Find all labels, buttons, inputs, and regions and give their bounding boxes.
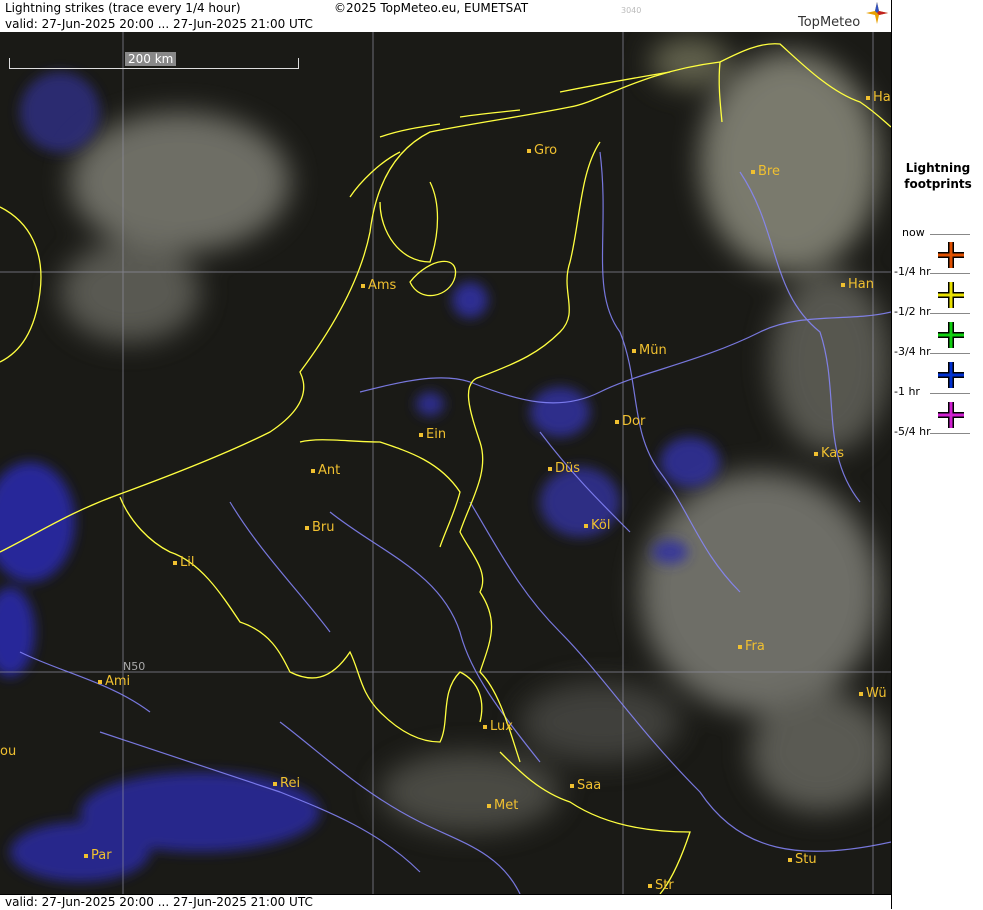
legend-label-q3: -3/4 hr bbox=[894, 345, 931, 358]
cloud-layer bbox=[60, 37, 890, 832]
city-marker[interactable]: Mün bbox=[632, 344, 667, 358]
city-marker[interactable]: Bru bbox=[305, 521, 335, 535]
cross-icon-q4 bbox=[938, 402, 964, 428]
city-marker[interactable]: Lil bbox=[173, 556, 194, 570]
brand-name: TopMeteo bbox=[798, 15, 861, 30]
city-marker[interactable]: Kas bbox=[814, 447, 844, 461]
satellite-map[interactable]: 200 km N50 Gro Bre Ha Ams Han Mün Dor Ei… bbox=[0, 32, 891, 894]
cross-icon-now bbox=[938, 242, 964, 268]
legend-label-q5: -5/4 hr bbox=[894, 425, 931, 438]
scale-label: 200 km bbox=[125, 52, 177, 66]
legend-divider bbox=[930, 353, 970, 354]
legend-label-q2: -1/2 hr bbox=[894, 305, 931, 318]
legend-label-q1: -1/4 hr bbox=[894, 265, 931, 278]
legend-divider bbox=[930, 234, 970, 235]
legend-divider bbox=[930, 393, 970, 394]
latitude-label: N50 bbox=[123, 660, 146, 673]
city-marker[interactable]: Ant bbox=[311, 464, 340, 478]
city-marker[interactable]: Saa bbox=[570, 779, 601, 793]
map-title: Lightning strikes (trace every 1/4 hour) bbox=[5, 1, 241, 15]
footer-valid-time: valid: 27-Jun-2025 20:00 ... 27-Jun-2025… bbox=[5, 895, 313, 909]
city-marker[interactable]: Gro bbox=[527, 144, 557, 158]
legend-panel: Lightning footprints now -1/4 hr -1/2 hr… bbox=[891, 0, 983, 909]
footer-bar: valid: 27-Jun-2025 20:00 ... 27-Jun-2025… bbox=[0, 894, 891, 910]
city-marker[interactable]: Ein bbox=[419, 428, 446, 442]
map-canvas bbox=[0, 32, 891, 894]
city-marker[interactable]: Ami bbox=[98, 675, 130, 689]
cross-icon-q2 bbox=[938, 322, 964, 348]
city-marker[interactable]: Lux bbox=[483, 720, 513, 734]
city-marker[interactable]: Wü bbox=[859, 687, 887, 701]
city-marker[interactable]: Str bbox=[648, 879, 674, 893]
city-marker[interactable]: Fra bbox=[738, 640, 765, 654]
city-marker[interactable]: Dor bbox=[615, 415, 645, 429]
copyright-text: ©2025 TopMeteo.eu, EUMETSAT bbox=[334, 1, 529, 15]
legend-divider bbox=[930, 273, 970, 274]
legend-divider bbox=[930, 313, 970, 314]
header-bar: Lightning strikes (trace every 1/4 hour)… bbox=[0, 0, 891, 32]
city-marker[interactable]: Düs bbox=[548, 462, 580, 476]
legend-label-q4: -1 hr bbox=[894, 385, 920, 398]
valid-time: valid: 27-Jun-2025 20:00 ... 27-Jun-2025… bbox=[5, 17, 313, 31]
city-marker[interactable]: Bre bbox=[751, 165, 780, 179]
city-marker[interactable]: Ams bbox=[361, 279, 396, 293]
legend-title-line2: footprints bbox=[904, 177, 972, 191]
legend-divider bbox=[930, 433, 970, 434]
city-marker[interactable]: Köl bbox=[584, 519, 610, 533]
city-marker[interactable]: Par bbox=[84, 849, 112, 863]
map-code: 3040 bbox=[621, 6, 642, 15]
cross-icon-q1 bbox=[938, 282, 964, 308]
city-marker[interactable]: Met bbox=[487, 799, 518, 813]
city-marker[interactable]: Han bbox=[841, 278, 874, 292]
city-marker[interactable]: Ha bbox=[866, 91, 891, 105]
city-marker[interactable]: Stu bbox=[788, 853, 817, 867]
cross-icon-q3 bbox=[938, 362, 964, 388]
city-marker[interactable]: Rei bbox=[273, 777, 300, 791]
legend-title-line1: Lightning bbox=[905, 161, 971, 175]
topmeteo-logo-icon bbox=[866, 2, 888, 24]
city-marker[interactable]: ou bbox=[0, 745, 16, 759]
legend-label-now: now bbox=[902, 226, 925, 239]
